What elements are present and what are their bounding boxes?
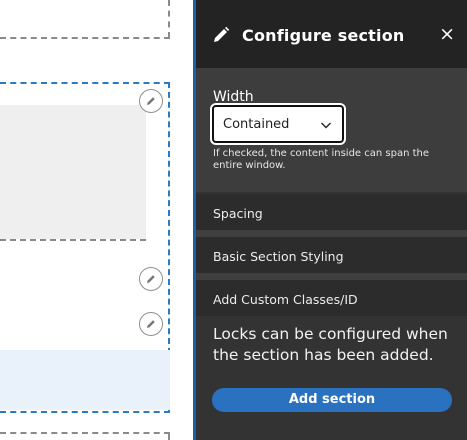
edit-block-button[interactable] bbox=[139, 312, 163, 336]
pencil-icon bbox=[147, 97, 155, 105]
region-border bbox=[168, 0, 170, 38]
section-label: Add Custom Classes/ID bbox=[213, 292, 358, 307]
section-highlight[interactable] bbox=[0, 350, 170, 410]
chevron-down-icon bbox=[321, 122, 331, 129]
panel-footer: Locks can be configured when the section… bbox=[196, 318, 467, 440]
width-label: Width bbox=[213, 89, 254, 105]
width-select[interactable]: Contained bbox=[212, 105, 344, 143]
layout-canvas bbox=[0, 0, 193, 440]
add-section-button[interactable]: Add section bbox=[212, 388, 452, 412]
pencil-icon bbox=[214, 26, 230, 42]
separator bbox=[196, 230, 467, 237]
block-divider bbox=[0, 239, 146, 241]
region-border bbox=[0, 432, 170, 434]
block-placeholder[interactable] bbox=[0, 105, 146, 239]
edit-block-button[interactable] bbox=[139, 89, 163, 113]
width-select-value: Contained bbox=[223, 117, 290, 132]
locks-note: Locks can be configured when the section… bbox=[213, 325, 448, 364]
configure-section-panel: Configure section × Width Contained If c… bbox=[193, 0, 467, 440]
width-section: Width Contained If checked, the content … bbox=[196, 68, 467, 192]
section-outline bbox=[0, 82, 170, 84]
region-border bbox=[0, 37, 170, 39]
pencil-icon bbox=[147, 320, 155, 328]
region-border bbox=[168, 432, 170, 440]
edit-block-button[interactable] bbox=[139, 267, 163, 291]
panel-title: Configure section bbox=[242, 26, 405, 45]
width-help-text: If checked, the content inside can span … bbox=[213, 148, 430, 171]
section-basic-styling[interactable]: Basic Section Styling bbox=[196, 237, 467, 273]
panel-header: Configure section × bbox=[196, 0, 467, 68]
section-label: Spacing bbox=[213, 206, 263, 221]
separator bbox=[196, 273, 467, 280]
close-icon[interactable]: × bbox=[439, 25, 455, 44]
pencil-icon bbox=[147, 275, 155, 283]
section-spacing[interactable]: Spacing bbox=[196, 194, 467, 230]
section-custom-classes[interactable]: Add Custom Classes/ID bbox=[196, 280, 467, 316]
section-label: Basic Section Styling bbox=[213, 249, 344, 264]
section-outline bbox=[0, 411, 170, 413]
